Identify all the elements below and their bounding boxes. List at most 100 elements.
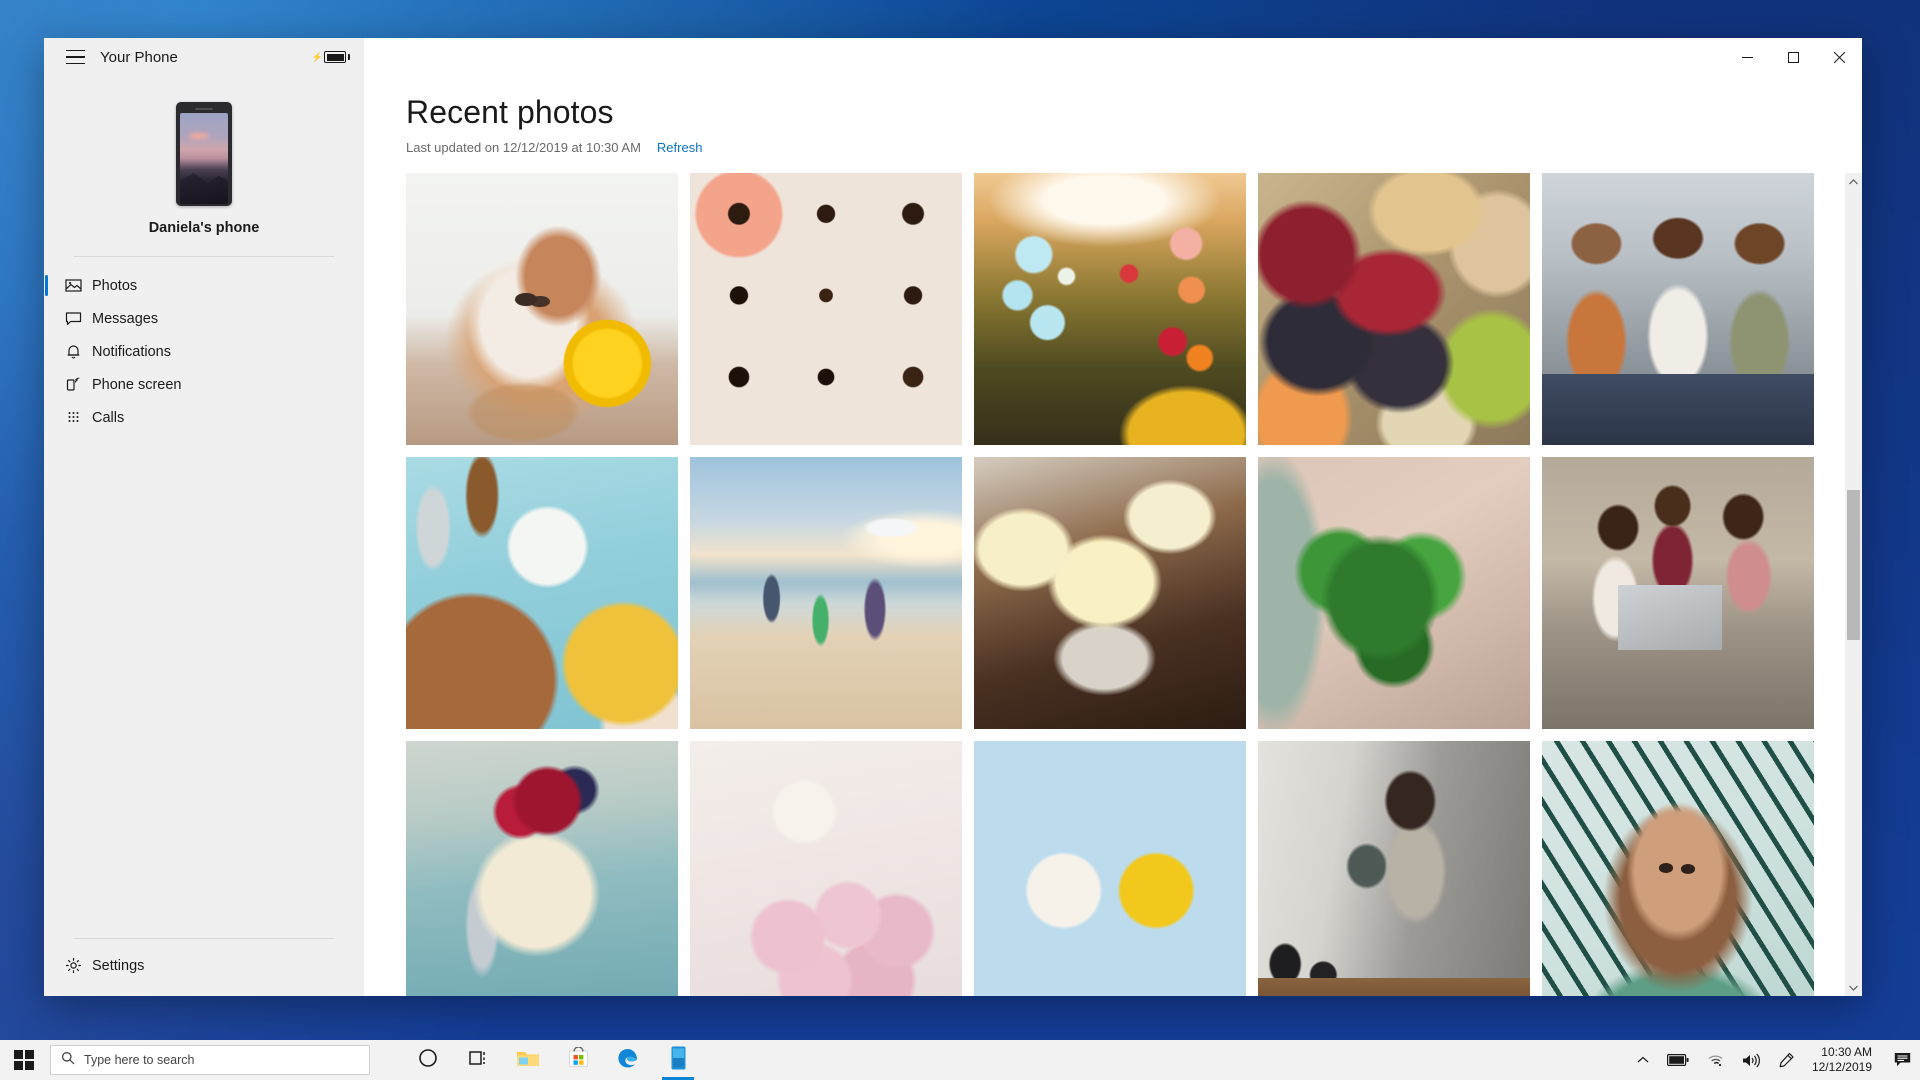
scrollbar-thumb[interactable] xyxy=(1847,490,1860,640)
photo-tile[interactable] xyxy=(1542,173,1814,445)
phone-device-icon xyxy=(176,102,232,206)
sidebar-item-label: Messages xyxy=(92,311,158,327)
your-phone-window: Your Phone ⚡ Daniela's phone xyxy=(44,38,1862,996)
sidebar-footer: Settings xyxy=(44,938,364,996)
sidebar-item-photos[interactable]: Photos xyxy=(44,269,364,302)
photo-tile[interactable] xyxy=(406,457,678,729)
photo-tile[interactable] xyxy=(1542,741,1814,996)
store-icon xyxy=(568,1047,589,1073)
photo-tile[interactable] xyxy=(406,173,678,445)
sidebar-item-notifications[interactable]: Notifications xyxy=(44,335,364,368)
windows-logo-icon xyxy=(14,1050,35,1071)
photo-thumbnail xyxy=(1258,741,1530,996)
hamburger-menu-icon[interactable] xyxy=(58,40,92,74)
phone-name: Daniela's phone xyxy=(149,220,260,236)
bell-icon xyxy=(58,343,88,360)
clock-date: 12/12/2019 xyxy=(1812,1060,1872,1075)
desktop[interactable]: Your Phone ⚡ Daniela's phone xyxy=(0,0,1920,1080)
photo-thumbnail xyxy=(974,173,1246,445)
speaker-icon[interactable] xyxy=(1733,1040,1769,1080)
start-button[interactable] xyxy=(0,1040,48,1080)
task-view-button[interactable] xyxy=(454,1040,502,1080)
photo-thumbnail xyxy=(974,457,1246,729)
photo-tile[interactable] xyxy=(974,741,1246,996)
sidebar-item-label: Photos xyxy=(92,278,137,294)
sidebar-header: Your Phone ⚡ xyxy=(44,38,364,76)
clock-time: 10:30 AM xyxy=(1821,1045,1872,1060)
sidebar: Your Phone ⚡ Daniela's phone xyxy=(44,38,364,996)
main-content: Recent photos Last updated on 12/12/2019… xyxy=(364,38,1862,996)
content-header: Recent photos Last updated on 12/12/2019… xyxy=(364,38,1862,155)
folder-icon xyxy=(516,1048,540,1073)
photo-tile[interactable] xyxy=(1258,457,1530,729)
battery-icon[interactable] xyxy=(1658,1040,1698,1080)
clock[interactable]: 10:30 AM 12/12/2019 xyxy=(1804,1040,1884,1080)
cortana-button[interactable] xyxy=(404,1040,452,1080)
vertical-scrollbar[interactable] xyxy=(1845,173,1862,996)
your-phone-button[interactable] xyxy=(654,1040,702,1080)
edge-icon xyxy=(616,1046,640,1075)
photo-tile[interactable] xyxy=(406,741,678,996)
taskbar: Type here to search xyxy=(0,1040,1920,1080)
sidebar-item-label: Calls xyxy=(92,410,124,426)
scrollbar-track[interactable] xyxy=(1845,190,1862,979)
phone-screen-icon xyxy=(58,376,88,393)
minimize-button[interactable] xyxy=(1724,38,1770,76)
photos-icon xyxy=(58,277,88,294)
search-icon xyxy=(61,1051,75,1070)
taskbar-buttons xyxy=(404,1040,702,1080)
photo-thumbnail xyxy=(690,457,962,729)
photo-thumbnail xyxy=(1542,457,1814,729)
sidebar-item-calls[interactable]: Calls xyxy=(44,401,364,434)
battery-charging-icon: ⚡ xyxy=(312,51,350,63)
gear-icon xyxy=(58,957,88,974)
wifi-icon[interactable] xyxy=(1698,1040,1733,1080)
sidebar-nav: Photos Messages xyxy=(44,269,364,434)
sidebar-item-phone-screen[interactable]: Phone screen xyxy=(44,368,364,401)
photo-grid xyxy=(364,173,1862,996)
maximize-button[interactable] xyxy=(1770,38,1816,76)
window-controls xyxy=(1724,38,1862,76)
sidebar-item-settings[interactable]: Settings xyxy=(44,949,364,982)
photo-tile[interactable] xyxy=(1258,173,1530,445)
photo-thumbnail xyxy=(1542,741,1814,996)
photo-thumbnail xyxy=(406,173,678,445)
search-input[interactable]: Type here to search xyxy=(50,1045,370,1075)
photo-thumbnail xyxy=(406,457,678,729)
photo-tile[interactable] xyxy=(974,173,1246,445)
photo-grid-area xyxy=(364,173,1862,996)
photo-tile[interactable] xyxy=(974,457,1246,729)
cortana-circle-icon xyxy=(418,1048,438,1073)
pen-link-icon[interactable] xyxy=(1769,1040,1804,1080)
microsoft-store-button[interactable] xyxy=(554,1040,602,1080)
photo-thumbnail xyxy=(1258,457,1530,729)
sidebar-item-label: Phone screen xyxy=(92,377,181,393)
photo-tile[interactable] xyxy=(690,457,962,729)
app-title: Your Phone xyxy=(100,49,178,66)
file-explorer-button[interactable] xyxy=(504,1040,552,1080)
scroll-up-button[interactable] xyxy=(1845,173,1862,190)
photo-thumbnail xyxy=(1258,173,1530,445)
sidebar-footer-divider xyxy=(74,938,334,939)
edge-button[interactable] xyxy=(604,1040,652,1080)
show-hidden-icons-button[interactable] xyxy=(1628,1040,1658,1080)
system-tray: 10:30 AM 12/12/2019 xyxy=(1628,1040,1920,1080)
action-center-button[interactable] xyxy=(1884,1040,1920,1080)
sidebar-divider xyxy=(74,256,334,257)
refresh-link[interactable]: Refresh xyxy=(657,140,703,155)
photo-tile[interactable] xyxy=(690,741,962,996)
photo-thumbnail xyxy=(974,741,1246,996)
photo-thumbnail xyxy=(690,741,962,996)
photo-thumbnail xyxy=(1542,173,1814,445)
task-view-icon xyxy=(468,1049,489,1072)
phone-preview: Daniela's phone xyxy=(44,76,364,236)
sidebar-item-messages[interactable]: Messages xyxy=(44,302,364,335)
last-updated-text: Last updated on 12/12/2019 at 10:30 AM xyxy=(406,140,641,155)
photo-tile[interactable] xyxy=(1258,741,1530,996)
your-phone-icon xyxy=(671,1046,686,1075)
close-button[interactable] xyxy=(1816,38,1862,76)
page-title: Recent photos xyxy=(406,94,1862,131)
photo-tile[interactable] xyxy=(690,173,962,445)
scroll-down-button[interactable] xyxy=(1845,979,1862,996)
photo-tile[interactable] xyxy=(1542,457,1814,729)
